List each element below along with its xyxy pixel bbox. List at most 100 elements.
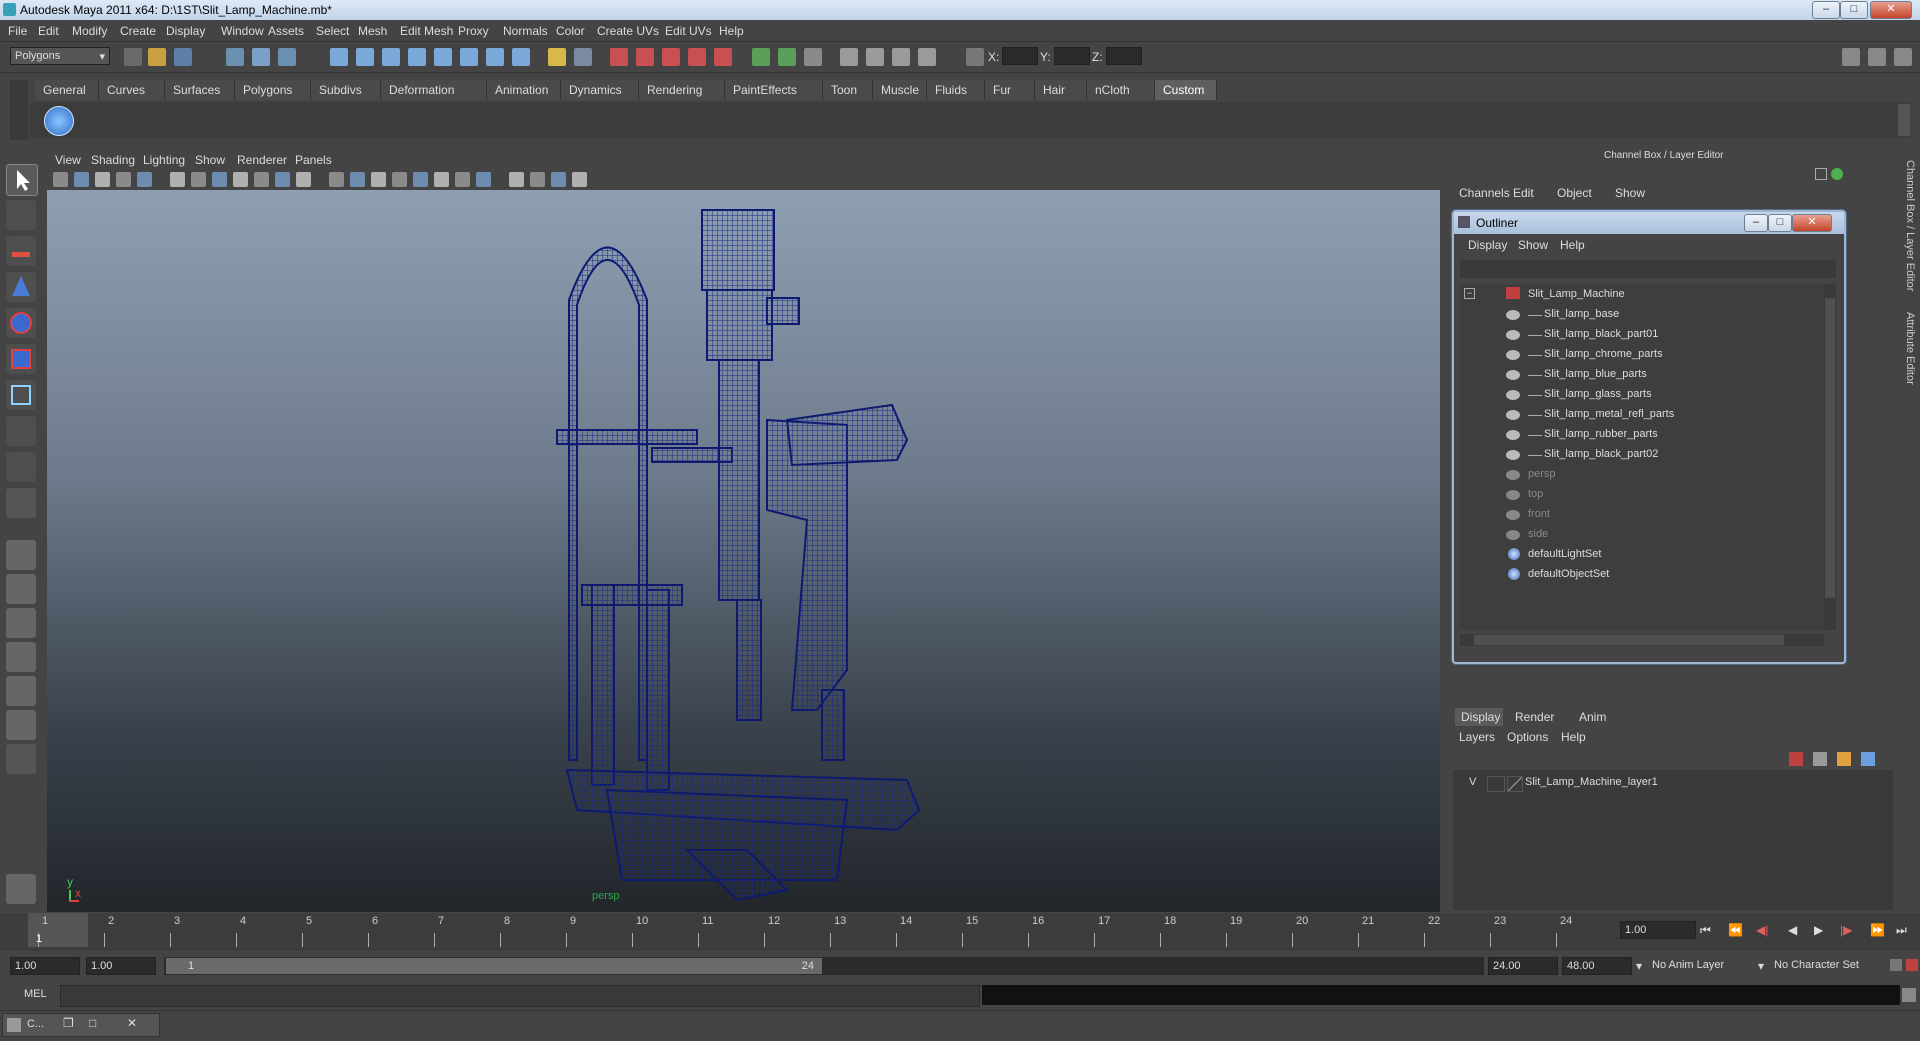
shelf-tab-toon[interactable]: Toon — [823, 80, 873, 100]
isolate-select-icon[interactable] — [530, 172, 545, 187]
layer-playback-toggle[interactable] — [1487, 776, 1505, 792]
outliner-menu-help[interactable]: Help — [1560, 238, 1585, 252]
menu-normals[interactable]: Normals — [503, 24, 548, 38]
panel-menu-show[interactable]: Show — [195, 153, 225, 167]
mode-selector[interactable]: Polygons ▾ — [10, 47, 110, 65]
outliner-item[interactable]: Slit_lamp_chrome_parts — [1460, 346, 1820, 366]
ipr-render-icon[interactable] — [892, 48, 910, 66]
current-time-field[interactable]: 1.00 — [1620, 921, 1696, 939]
lasso-tool-icon[interactable] — [6, 200, 36, 230]
select-deformations-icon[interactable] — [434, 48, 452, 66]
render-frame-icon[interactable] — [866, 48, 884, 66]
go-to-end-icon[interactable]: ⏭ — [1896, 923, 1907, 938]
outliner-menu-show[interactable]: Show — [1518, 238, 1548, 252]
shelf-tab-hair[interactable]: Hair — [1035, 80, 1087, 100]
character-set-dropdown[interactable]: No Character Set — [1770, 957, 1886, 975]
field-chart-icon[interactable] — [275, 172, 290, 187]
menu-edit-uvs[interactable]: Edit UVs — [665, 24, 712, 38]
close-button[interactable]: ✕ — [1870, 1, 1912, 19]
outliner-search-input[interactable] — [1460, 260, 1836, 278]
outliner-vscroll[interactable] — [1824, 284, 1836, 630]
end-time-field[interactable]: 48.00 — [1562, 957, 1632, 975]
wireframe-icon[interactable] — [350, 172, 365, 187]
menu-select[interactable]: Select — [316, 24, 349, 38]
new-scene-icon[interactable] — [124, 48, 142, 66]
shelf-tab-deformation[interactable]: Deformation — [381, 80, 487, 100]
step-forward-frame-icon[interactable]: ⏩ — [1870, 923, 1885, 937]
panel-menu-shading[interactable]: Shading — [91, 153, 135, 167]
safe-title-icon[interactable] — [329, 172, 344, 187]
attribute-editor-side-tab[interactable]: Attribute Editor — [1904, 312, 1916, 402]
menu-file[interactable]: File — [8, 24, 27, 38]
start-time-field[interactable]: 1.00 — [10, 957, 80, 975]
select-rendering-icon[interactable] — [486, 48, 504, 66]
output-ops-icon[interactable] — [778, 48, 796, 66]
smooth-shade-icon[interactable] — [371, 172, 386, 187]
select-surfaces-icon[interactable] — [408, 48, 426, 66]
outliner-hscroll-thumb[interactable] — [1474, 635, 1784, 645]
shelf-tab-dynamics[interactable]: Dynamics — [561, 80, 639, 100]
outliner-item[interactable]: Slit_lamp_black_part01 — [1460, 326, 1820, 346]
select-hierarchy-icon[interactable] — [226, 48, 244, 66]
move-tool-icon[interactable] — [6, 272, 36, 302]
highlight-selection-icon[interactable] — [574, 48, 592, 66]
open-scene-icon[interactable] — [148, 48, 166, 66]
command-input[interactable] — [60, 985, 980, 1007]
render-settings-icon[interactable] — [918, 48, 936, 66]
construction-history-icon[interactable] — [804, 48, 822, 66]
snap-point-icon[interactable] — [662, 48, 680, 66]
layer-menu-layers[interactable]: Layers — [1459, 730, 1495, 744]
step-forward-key-icon[interactable]: |▶ — [1840, 923, 1852, 937]
render-view-icon[interactable] — [840, 48, 858, 66]
image-plane-icon[interactable] — [116, 172, 131, 187]
make-live-icon[interactable] — [714, 48, 732, 66]
outliner-item-root[interactable]: − Slit_Lamp_Machine — [1460, 286, 1820, 306]
panel-menu-panels[interactable]: Panels — [295, 153, 332, 167]
playback-start-field[interactable]: 1.00 — [86, 957, 156, 975]
bookmarks-icon[interactable] — [95, 172, 110, 187]
panel-menu-renderer[interactable]: Renderer — [237, 153, 287, 167]
range-slider-handle[interactable]: 1 24 — [166, 958, 822, 974]
lock-selection-icon[interactable] — [548, 48, 566, 66]
menu-color[interactable]: Color — [556, 24, 585, 38]
shelf-tab-custom[interactable]: Custom — [1155, 80, 1217, 100]
outliner-item-set[interactable]: defaultLightSet — [1460, 546, 1820, 566]
maximize-icon[interactable]: □ — [89, 1016, 96, 1030]
new-layer-icon[interactable] — [1789, 752, 1803, 766]
flat-shade-icon[interactable] — [392, 172, 407, 187]
shelf-tab-polygons[interactable]: Polygons — [235, 80, 311, 100]
outliner-item[interactable]: Slit_lamp_black_part02 — [1460, 446, 1820, 466]
range-slider[interactable]: 1 24 — [164, 957, 1484, 975]
transform-mode-icon[interactable] — [966, 48, 984, 66]
soft-mod-tool-icon[interactable] — [6, 416, 36, 446]
time-slider[interactable]: 1.00 ⏮ ⏪ ◀| ◀ ▶ |▶ ⏩ ⏭ 1 2 3 4 5 6 7 8 9 10 11 12 13… — [0, 913, 1920, 951]
last-tool-icon[interactable] — [6, 488, 36, 518]
shelf-tab-animation[interactable]: Animation — [487, 80, 561, 100]
anim-layer-dropdown[interactable]: No Anim Layer — [1648, 957, 1758, 975]
shelf-tab-muscle[interactable]: Muscle — [873, 80, 927, 100]
outliner-minimize-button[interactable]: – — [1744, 214, 1768, 232]
layer-visibility-toggle[interactable]: V — [1469, 776, 1476, 788]
chevron-down-icon[interactable]: ▾ — [1636, 959, 1642, 973]
gate-mask-icon[interactable] — [254, 172, 269, 187]
layer-tab-anim[interactable]: Anim — [1573, 708, 1621, 726]
channel-box-menu-channels[interactable]: Channels — [1459, 186, 1510, 200]
2d-pan-zoom-icon[interactable] — [137, 172, 152, 187]
shelf-tab-ncloth[interactable]: nCloth — [1087, 80, 1155, 100]
outliner-item[interactable]: Slit_lamp_base — [1460, 306, 1820, 326]
select-curves-icon[interactable] — [382, 48, 400, 66]
outliner-maximize-button[interactable]: □ — [1768, 214, 1792, 232]
xray-joints-icon[interactable] — [551, 172, 566, 187]
menu-edit-mesh[interactable]: Edit Mesh — [400, 24, 453, 38]
show-manipulator-icon[interactable] — [6, 452, 36, 482]
select-misc-icon[interactable] — [512, 48, 530, 66]
hypershade-layout-icon[interactable] — [6, 676, 36, 706]
outliner-item[interactable]: Slit_lamp_glass_parts — [1460, 386, 1820, 406]
minimized-window-item[interactable]: C... ❐ □ ✕ — [2, 1013, 160, 1037]
snap-curve-icon[interactable] — [636, 48, 654, 66]
menu-display[interactable]: Display — [166, 24, 205, 38]
shelf-tab-curves[interactable]: Curves — [99, 80, 165, 100]
create-layer-selected-icon[interactable] — [1837, 752, 1851, 766]
close-icon[interactable]: ✕ — [127, 1016, 137, 1030]
chevron-down-icon[interactable]: ▾ — [1758, 959, 1764, 973]
